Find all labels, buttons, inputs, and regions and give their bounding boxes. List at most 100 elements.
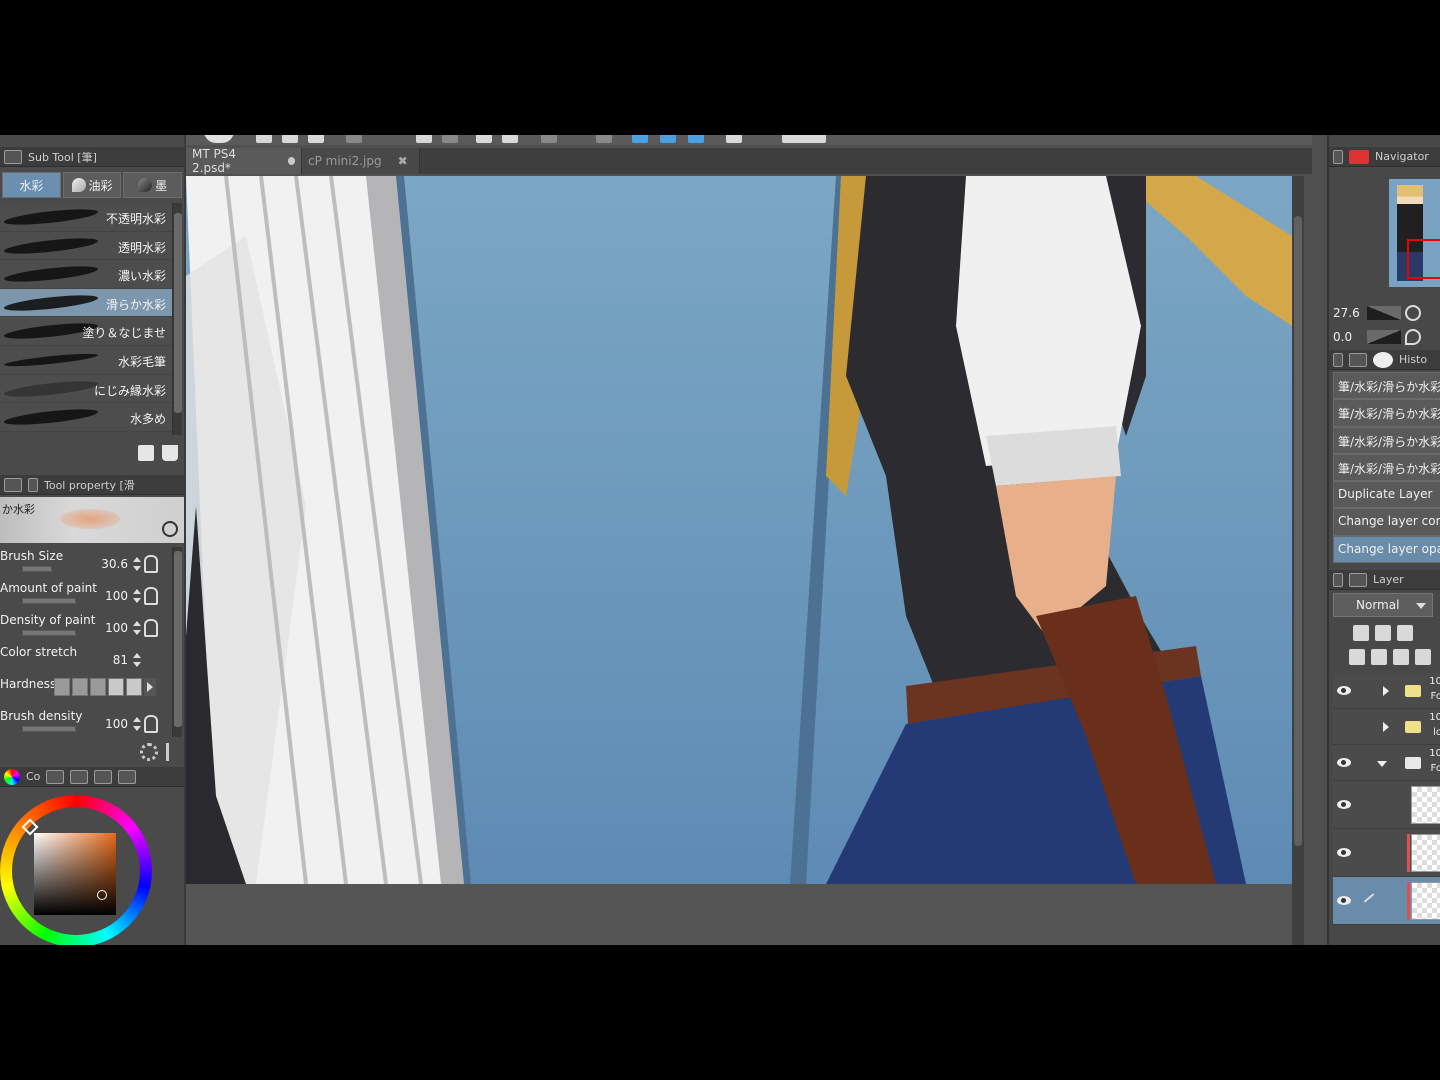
pressure-icon[interactable] <box>144 555 158 573</box>
brush-item[interactable]: にじみ縁水彩 <box>0 374 172 404</box>
pressure-icon[interactable] <box>144 619 158 637</box>
brush-item[interactable]: 水彩毛筆 <box>0 345 172 375</box>
hardness-option[interactable] <box>90 678 106 696</box>
select-all-icon[interactable] <box>596 135 612 143</box>
clear-icon[interactable] <box>416 135 432 143</box>
wrench-icon[interactable] <box>166 743 178 761</box>
layer-item[interactable] <box>1333 781 1440 829</box>
hardness-option[interactable] <box>72 678 88 696</box>
spinner-icon[interactable] <box>132 716 142 732</box>
fill-icon[interactable] <box>442 135 458 143</box>
color-cursor[interactable] <box>97 890 107 900</box>
spinner-icon[interactable] <box>132 556 142 572</box>
panel-menu-icon[interactable] <box>1333 352 1343 367</box>
subtool-tab-ink[interactable]: 墨 <box>123 172 183 198</box>
saturation-value-square[interactable] <box>34 833 116 915</box>
layer-folder[interactable]: 10 lo <box>1333 709 1440 745</box>
lock-icon[interactable] <box>1397 625 1413 641</box>
expand-arrow-icon[interactable] <box>144 678 156 696</box>
new-raster-layer-icon[interactable] <box>1349 649 1365 665</box>
snap-grid-icon[interactable] <box>660 135 676 143</box>
brush-item[interactable]: 透明水彩 <box>0 231 172 261</box>
reference-icon[interactable] <box>1375 625 1391 641</box>
layer-folder[interactable]: 10 Fo <box>1333 673 1440 709</box>
brush-item[interactable]: 濃い水彩 <box>0 260 172 289</box>
property-value[interactable]: 100 <box>105 621 128 635</box>
property-brush-density[interactable]: Brush density 100 <box>0 707 172 739</box>
panel-menu-icon[interactable] <box>1333 572 1343 587</box>
history-item[interactable]: Duplicate Layer <box>1333 481 1440 509</box>
eye-icon[interactable] <box>1337 847 1351 857</box>
mask-icon[interactable] <box>1415 649 1431 665</box>
history-item-current[interactable]: Change layer opac <box>1333 535 1440 564</box>
close-icon[interactable]: ✖ <box>398 154 408 168</box>
hardness-selector[interactable] <box>54 678 156 696</box>
clip-icon[interactable] <box>1353 625 1369 641</box>
settings-icon[interactable] <box>726 135 742 143</box>
open-icon[interactable] <box>282 135 298 143</box>
tab-mt-ps4[interactable]: MT PS4 2.psd* <box>186 147 302 175</box>
tab-cp-mini[interactable]: cP mini2.jpg ✖ <box>302 148 420 174</box>
property-slider[interactable] <box>22 598 76 604</box>
property-slider[interactable] <box>22 726 76 732</box>
transform-icon[interactable] <box>476 135 492 143</box>
rotation-value[interactable]: 0.0 <box>1333 330 1363 344</box>
brush-item[interactable]: 不透明水彩 <box>0 203 172 232</box>
snap-perspective-icon[interactable] <box>688 135 704 143</box>
color-wheel-tab-icon[interactable] <box>4 768 20 785</box>
canvas-scrollbar[interactable] <box>1292 176 1304 945</box>
color-slider-tab-icon[interactable] <box>46 769 65 784</box>
intermediate-color-tab-icon[interactable] <box>118 769 137 784</box>
new-subtool-icon[interactable] <box>138 445 154 461</box>
property-density-of-paint[interactable]: Density of paint 100 <box>0 611 172 643</box>
property-slider[interactable] <box>22 630 76 636</box>
drawing-canvas[interactable] <box>186 176 1292 884</box>
history-item[interactable]: Change layer com <box>1333 508 1440 536</box>
zoom-icon[interactable] <box>162 521 178 537</box>
new-folder-icon[interactable] <box>1393 649 1409 665</box>
collapse-arrow-icon[interactable] <box>1377 760 1387 767</box>
navigator-preview[interactable] <box>1389 179 1440 287</box>
history-item[interactable]: 筆/水彩/滑らか水彩 <box>1333 372 1440 400</box>
properties-scrollbar[interactable] <box>172 547 182 737</box>
property-color-stretch[interactable]: Color stretch 81 <box>0 643 172 675</box>
undo-icon[interactable] <box>346 135 362 143</box>
scroll-thumb[interactable] <box>1294 216 1302 846</box>
unsaved-dot-icon[interactable] <box>287 157 295 165</box>
hardness-option[interactable] <box>54 678 70 696</box>
crop-icon[interactable] <box>502 135 518 143</box>
new-vector-layer-icon[interactable] <box>1371 649 1387 665</box>
zoom-value[interactable]: 27.6 <box>1333 306 1363 320</box>
pressure-icon[interactable] <box>144 587 158 605</box>
layer-folder-open[interactable]: 10 Fo <box>1333 745 1440 781</box>
property-value[interactable]: 100 <box>105 717 128 731</box>
layer-item-active[interactable] <box>1333 877 1440 925</box>
brush-item[interactable]: 塗り＆なじませ <box>0 317 172 346</box>
property-slider[interactable] <box>22 566 52 572</box>
scroll-thumb[interactable] <box>174 551 182 727</box>
layer-item[interactable] <box>1333 829 1440 877</box>
subtool-tab-watercolor[interactable]: 水彩 <box>2 172 61 198</box>
hardness-option[interactable] <box>108 678 124 696</box>
trash-icon[interactable] <box>162 445 178 461</box>
color-history-tab-icon[interactable] <box>94 769 113 784</box>
snap-ruler-icon[interactable] <box>632 135 648 143</box>
property-brush-size[interactable]: Brush Size 30.6 <box>0 547 172 579</box>
cloud-icon[interactable] <box>782 135 826 143</box>
eye-icon[interactable] <box>1337 799 1351 809</box>
deselect-icon[interactable] <box>541 135 557 143</box>
layer-property-tab-icon[interactable] <box>1349 572 1367 587</box>
property-value[interactable]: 100 <box>105 589 128 603</box>
file-icon[interactable] <box>256 135 272 143</box>
eye-icon[interactable] <box>1337 685 1351 695</box>
blend-mode-select[interactable]: Normal <box>1333 593 1433 617</box>
subtool-tab-oil[interactable]: 油彩 <box>62 172 122 198</box>
new-icon[interactable] <box>204 135 234 143</box>
brush-item-selected[interactable]: 滑らか水彩 <box>0 288 172 318</box>
expand-arrow-icon[interactable] <box>1383 685 1389 696</box>
spinner-icon[interactable] <box>132 620 142 636</box>
save-icon[interactable] <box>308 135 324 143</box>
pressure-icon[interactable] <box>144 715 158 733</box>
expand-arrow-icon[interactable] <box>1383 721 1389 732</box>
sub-view-tab-icon[interactable] <box>1349 352 1367 367</box>
